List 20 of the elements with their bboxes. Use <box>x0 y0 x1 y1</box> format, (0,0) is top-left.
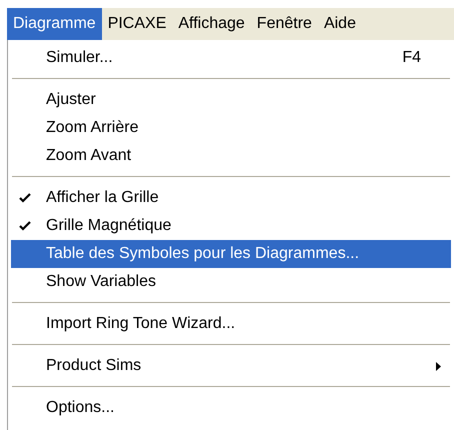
menu-item[interactable]: Grille Magnétique <box>11 212 451 240</box>
menu-item[interactable]: Zoom Avant <box>11 142 451 170</box>
menu-item[interactable]: Afficher la Grille <box>11 184 451 212</box>
menu-item[interactable]: Import Ring Tone Wizard... <box>11 310 451 338</box>
menu-item[interactable]: Ajuster <box>11 86 451 114</box>
shortcut-label: F4 <box>402 48 421 68</box>
menu-bar-item[interactable]: PICAXE <box>102 8 172 40</box>
menu-bar-item[interactable]: Aide <box>318 8 362 40</box>
checkmark-icon <box>19 193 31 203</box>
submenu-arrow-icon <box>436 362 441 370</box>
checkmark-icon <box>19 221 31 231</box>
menu-item[interactable]: Zoom Arrière <box>11 114 451 142</box>
menu-item[interactable]: Table des Symboles pour les Diagrammes... <box>11 240 451 268</box>
menu-bar-item[interactable]: Fenêtre <box>250 8 318 40</box>
menu-item[interactable]: Simuler... F4 <box>11 44 451 72</box>
menu-bar-item[interactable]: Diagramme <box>7 8 102 40</box>
menu-bar-item[interactable]: Affichage <box>172 8 251 40</box>
menu-item[interactable]: Product Sims <box>11 352 451 380</box>
menu-item[interactable]: Show Variables <box>11 268 451 296</box>
menu-item[interactable]: Options... <box>11 394 451 422</box>
